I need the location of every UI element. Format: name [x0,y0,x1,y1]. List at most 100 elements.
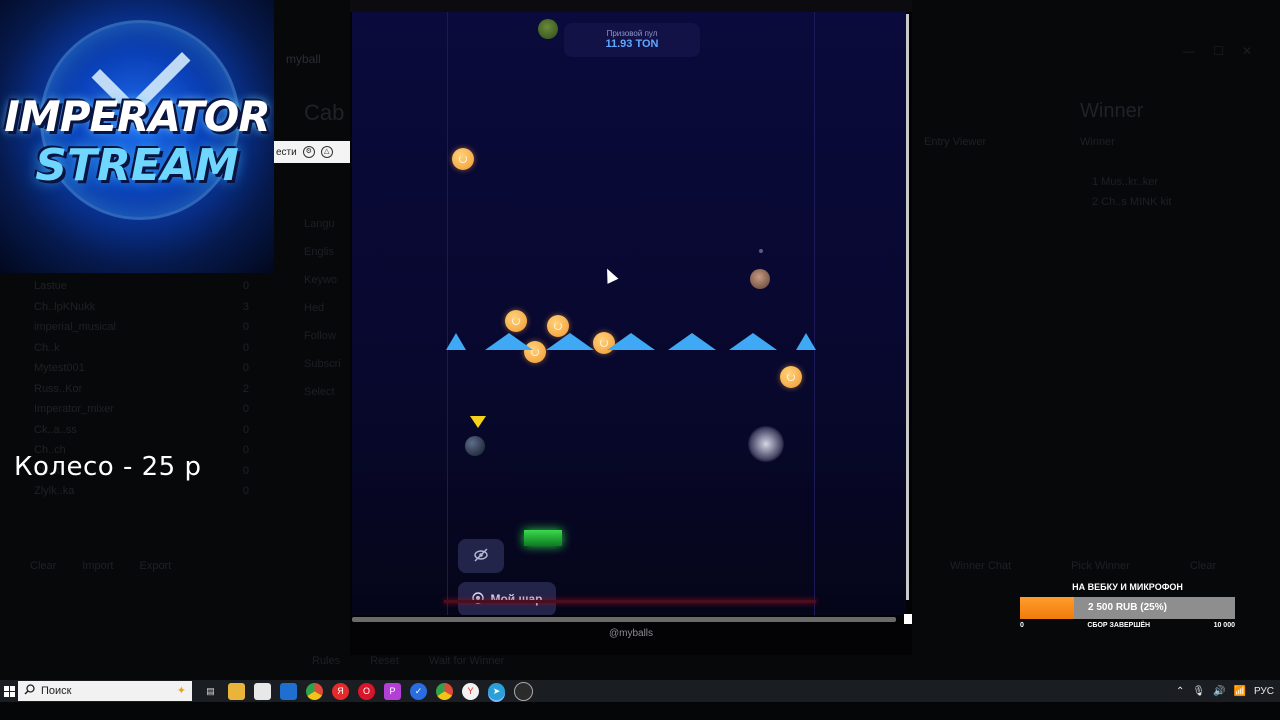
entry-viewer-tab[interactable]: Entry Viewer [924,136,986,148]
winner-tab[interactable]: Winner [1080,136,1115,148]
opera-icon[interactable]: O [358,682,375,700]
minimize-icon[interactable]: — [1183,44,1195,58]
notification-text: ести [276,146,297,158]
close-icon[interactable]: ✕ [1242,44,1252,58]
reset-button[interactable]: Reset [370,655,399,667]
player-ball-avatar [750,269,770,289]
microphone-icon[interactable]: 🎙 [1192,686,1205,697]
my-ball [465,436,485,456]
my-ball-button[interactable]: Мой шар [458,582,556,615]
bg-app-title: myball [286,52,321,66]
small-particle [759,249,763,253]
phpstorm-icon[interactable]: P [384,682,401,700]
donation-min: 0 [1020,622,1024,629]
winner-heading: Winner [1080,100,1144,122]
settings-icon[interactable]: ⚙ [302,146,315,158]
chrome-alt-icon[interactable] [436,682,453,700]
import-button[interactable]: Import [82,560,113,572]
donation-progress-bar: 2 500 RUB (25%) [1020,597,1235,619]
yandex-browser-icon[interactable]: Y [462,682,479,700]
eye-icon [471,591,485,607]
system-tray: ⌃ 🎙 🔊 📶 РУС [1176,680,1274,702]
maximize-icon[interactable]: ☐ [1213,44,1224,58]
windows-start-icon[interactable] [0,680,18,702]
store-icon[interactable] [254,682,271,700]
prize-pool: Призовой пул 11.93 TON [564,23,700,57]
winner-row: 2 Ch..s MINK kit [1092,196,1172,208]
game-field[interactable]: Призовой пул 11.93 TON Мой шар [352,12,906,615]
coin-ball [505,310,527,332]
green-bounce-pad [524,530,562,546]
clear-winners-button[interactable]: Clear [1190,560,1216,572]
network-icon[interactable]: 📶 [1234,686,1246,697]
list-item[interactable]: Ch..lpKNukk 3 [34,301,249,322]
horizontal-scrollbar[interactable] [352,617,896,622]
taskbar: Поиск ✦ ▤ Я O P ✓ Y ➤ ⌃ 🎙 🔊 📶 РУС [0,680,1280,702]
wheel-caption: Колесо - 25 р [14,452,202,482]
list-item[interactable]: Ch..k 0 [34,342,249,363]
language-indicator[interactable]: РУС [1254,686,1274,697]
spike-obstacle [485,333,533,350]
coin-ball [780,366,802,388]
donation-goal-widget: НА ВЕБКУ И МИКРОФОН 2 500 RUB (25%) 0 СБ… [1020,582,1235,629]
sparkle-icon: ✦ [176,685,186,697]
coin-ball [452,148,474,170]
scrollbar-corner [904,614,912,624]
spike-obstacle [446,333,466,350]
bell-icon[interactable]: △ [320,146,333,158]
vertical-scrollbar[interactable] [906,14,909,600]
logo-text-stream: STREAM [35,140,239,191]
list-item[interactable]: Ck..a..ss 0 [34,424,249,445]
obs-icon[interactable] [514,681,533,701]
chrome-icon[interactable] [306,682,323,700]
notification-strip: ести ⚙ △ [274,141,350,163]
explorer-icon[interactable] [228,682,245,700]
my-ball-marker-icon [470,416,486,428]
bg-bottom-buttons: Rules Reset Wait for Winner [312,655,504,667]
hide-balls-button[interactable] [458,539,504,573]
rules-button[interactable]: Rules [312,655,340,667]
player-avatar [538,19,558,39]
list-item[interactable]: Zlylk..ka 0 [34,485,249,506]
spike-obstacle [668,333,716,350]
task-view-icon[interactable]: ▤ [202,683,219,700]
game-title-bar [350,0,912,12]
chevron-up-icon[interactable]: ⌃ [1176,686,1184,697]
winner-row: 1 Mus..kr..ker [1092,176,1159,188]
volume-icon[interactable]: 🔊 [1213,686,1225,697]
my-ball-label: Мой шар [490,592,543,606]
bg-settings-form: Langu Englis Keywo Hed Follow Subscri Se… [304,218,341,398]
taskbar-search[interactable]: Поиск ✦ [18,681,192,701]
list-item[interactable]: imperial_musical 0 [34,321,249,342]
telegram-icon[interactable]: ➤ [488,682,505,700]
logo-text-imperator: IMPERATOR [4,92,270,141]
lane-boundary-right [814,12,815,615]
game-window: Призовой пул 11.93 TON Мой шар @myballs [350,0,912,655]
game-handle: @myballs [608,628,654,639]
list-item[interactable]: Russ..Kor 2 [34,383,249,404]
wait-winner-button[interactable]: Wait for Winner [429,655,504,667]
prize-pool-value: 11.93 TON [605,38,659,50]
pick-winner-button[interactable]: Pick Winner [1071,560,1130,572]
list-item[interactable]: Lastue 0 [34,280,249,301]
screen-border [0,702,1280,720]
clear-button[interactable]: Clear [30,560,56,572]
outlook-icon[interactable] [280,682,297,700]
finish-line [444,600,816,603]
winner-chat-button[interactable]: Winner Chat [950,560,1011,572]
export-button[interactable]: Export [139,560,171,572]
taskbar-apps: ▤ Я O P ✓ Y ➤ [202,681,533,701]
yandex-icon[interactable]: Я [332,682,349,700]
eye-off-icon [473,548,489,565]
donation-title: НА ВЕБКУ И МИКРОФОН [1072,582,1183,592]
bg-app-heading: Cab [304,100,345,125]
vpn-icon[interactable]: ✓ [410,682,427,700]
spike-obstacle [796,333,816,350]
lane-boundary-left [447,12,448,615]
spike-obstacle [607,333,655,350]
list-item[interactable]: Mytest001 0 [34,362,249,383]
list-item[interactable]: Imperator_mixer 0 [34,403,249,424]
donation-amount: 2 500 RUB (25%) [1088,602,1167,613]
prize-pool-label: Призовой пул [606,29,658,38]
donation-scale: 0 СБОР ЗАВЕРШЁН 10 000 [1020,622,1235,629]
